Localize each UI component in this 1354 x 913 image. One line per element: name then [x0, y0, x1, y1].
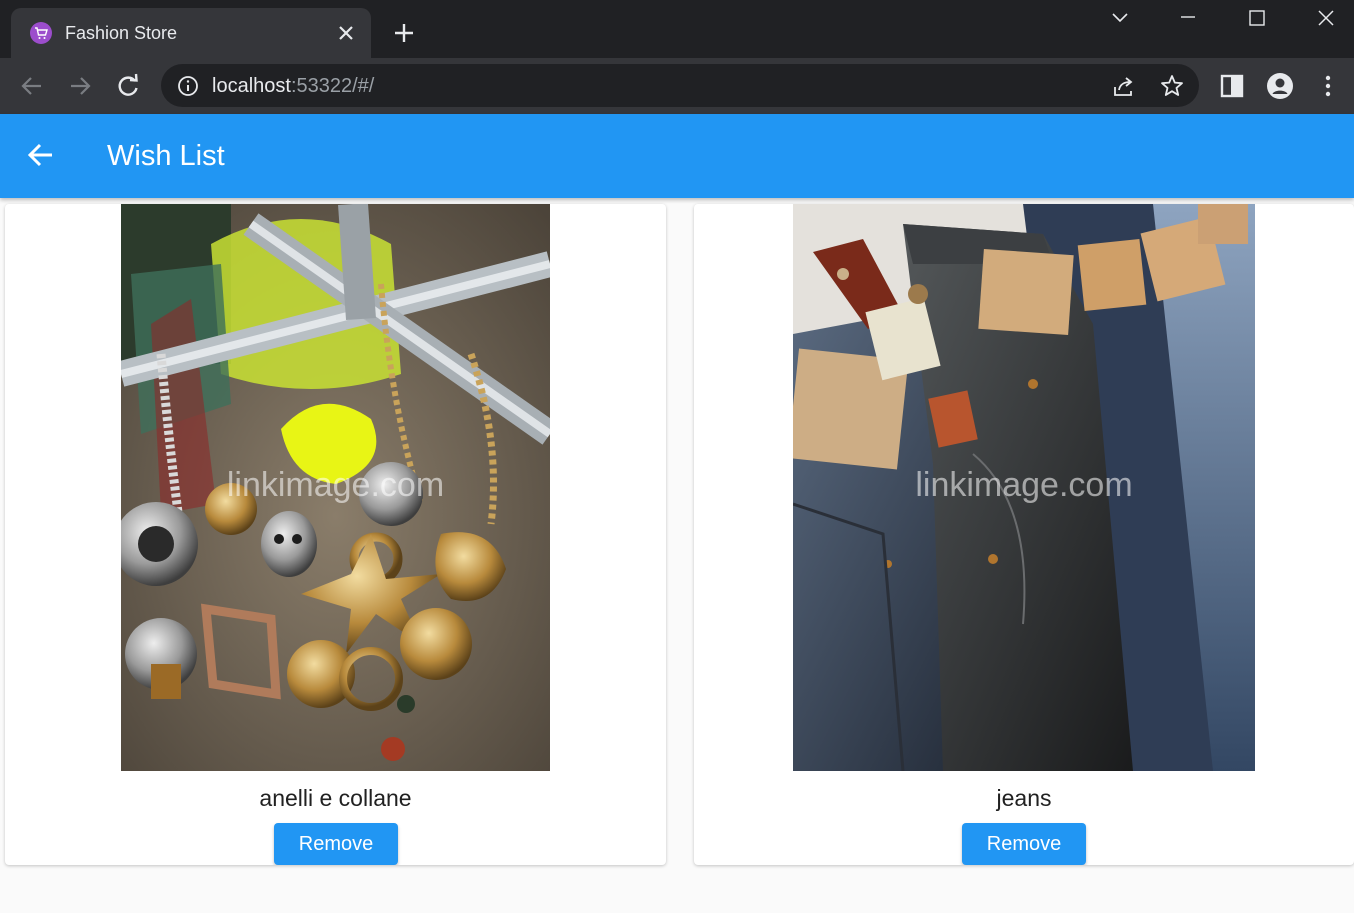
product-name: anelli e collane [259, 785, 412, 811]
new-tab-icon[interactable] [392, 21, 416, 45]
tab-close-icon[interactable] [336, 23, 356, 43]
wishlist-card: linkimage.com anelli e collane Remove [5, 204, 666, 865]
reload-icon[interactable] [114, 72, 142, 100]
back-arrow-icon[interactable] [26, 140, 56, 170]
remove-button[interactable]: Remove [274, 823, 398, 865]
maximize-icon[interactable] [1245, 6, 1269, 30]
close-window-icon[interactable] [1314, 6, 1338, 30]
url-path: :53322/#/ [290, 75, 375, 97]
store-favicon-icon [30, 22, 52, 44]
jewelry-photo: linkimage.com [121, 204, 550, 771]
browser-tab[interactable]: Fashion Store [11, 8, 371, 58]
app-bar: Wish List [0, 114, 1354, 198]
tab-search-icon[interactable] [1108, 6, 1132, 30]
url-text: localhost:53322/#/ [212, 74, 374, 98]
browser-toolbar: localhost:53322/#/ [0, 58, 1354, 114]
site-info-icon[interactable] [177, 75, 199, 97]
address-bar[interactable]: localhost:53322/#/ [161, 64, 1199, 107]
jeans-photo: linkimage.com [793, 204, 1255, 771]
bookmark-star-icon[interactable] [1159, 73, 1185, 99]
tab-title: Fashion Store [65, 23, 178, 43]
side-panel-icon[interactable] [1218, 72, 1246, 100]
browser-menu-icon[interactable] [1314, 72, 1342, 100]
url-host: localhost [212, 75, 291, 97]
page-title: Wish List [107, 140, 225, 172]
remove-button[interactable]: Remove [962, 823, 1086, 865]
wishlist-card: linkimage.com jeans Remove [694, 204, 1354, 865]
browser-titlebar: Fashion Store [0, 0, 1354, 58]
minimize-icon[interactable] [1176, 6, 1200, 30]
profile-avatar-icon[interactable] [1266, 72, 1294, 100]
share-icon[interactable] [1111, 73, 1137, 99]
forward-nav-icon[interactable] [66, 72, 94, 100]
product-name: jeans [996, 785, 1052, 811]
back-nav-icon[interactable] [18, 72, 46, 100]
